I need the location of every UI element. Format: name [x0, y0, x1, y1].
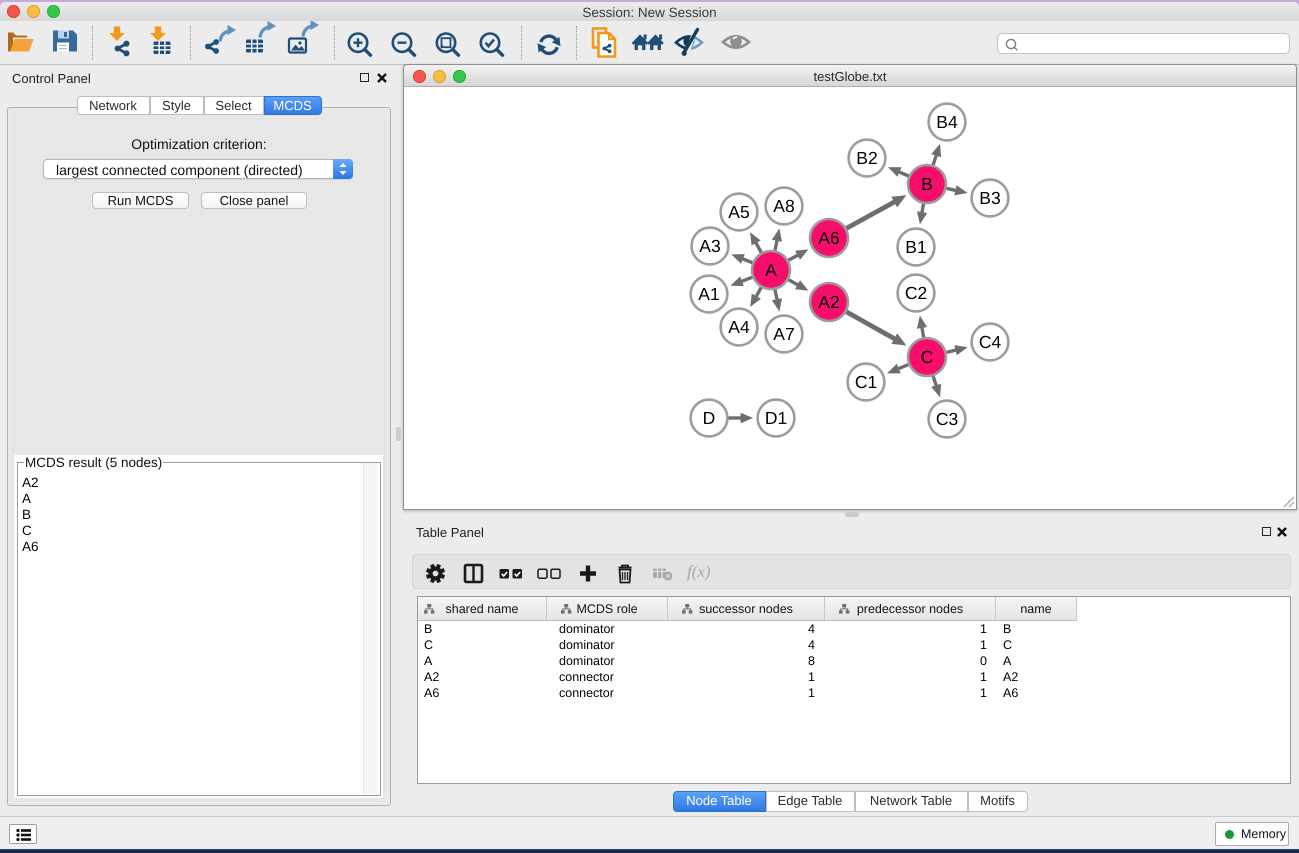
svg-text:A6: A6	[818, 228, 839, 248]
svg-text:D1: D1	[765, 408, 787, 428]
svg-text:A5: A5	[728, 202, 749, 222]
svg-text:A2: A2	[818, 292, 839, 312]
svg-text:A4: A4	[728, 317, 750, 337]
svg-text:D: D	[703, 408, 716, 428]
svg-text:C1: C1	[855, 372, 877, 392]
svg-text:A7: A7	[773, 324, 794, 344]
svg-text:A3: A3	[699, 236, 720, 256]
svg-text:C4: C4	[979, 332, 1002, 352]
svg-text:A1: A1	[698, 284, 719, 304]
svg-text:B3: B3	[979, 188, 1000, 208]
svg-text:A8: A8	[773, 196, 794, 216]
svg-text:B: B	[921, 174, 933, 194]
svg-text:B2: B2	[856, 148, 877, 168]
svg-text:C: C	[921, 347, 934, 367]
svg-text:C2: C2	[905, 283, 927, 303]
svg-text:A: A	[765, 260, 777, 280]
svg-text:B4: B4	[936, 112, 958, 132]
svg-text:C3: C3	[936, 409, 958, 429]
svg-text:B1: B1	[905, 237, 926, 257]
